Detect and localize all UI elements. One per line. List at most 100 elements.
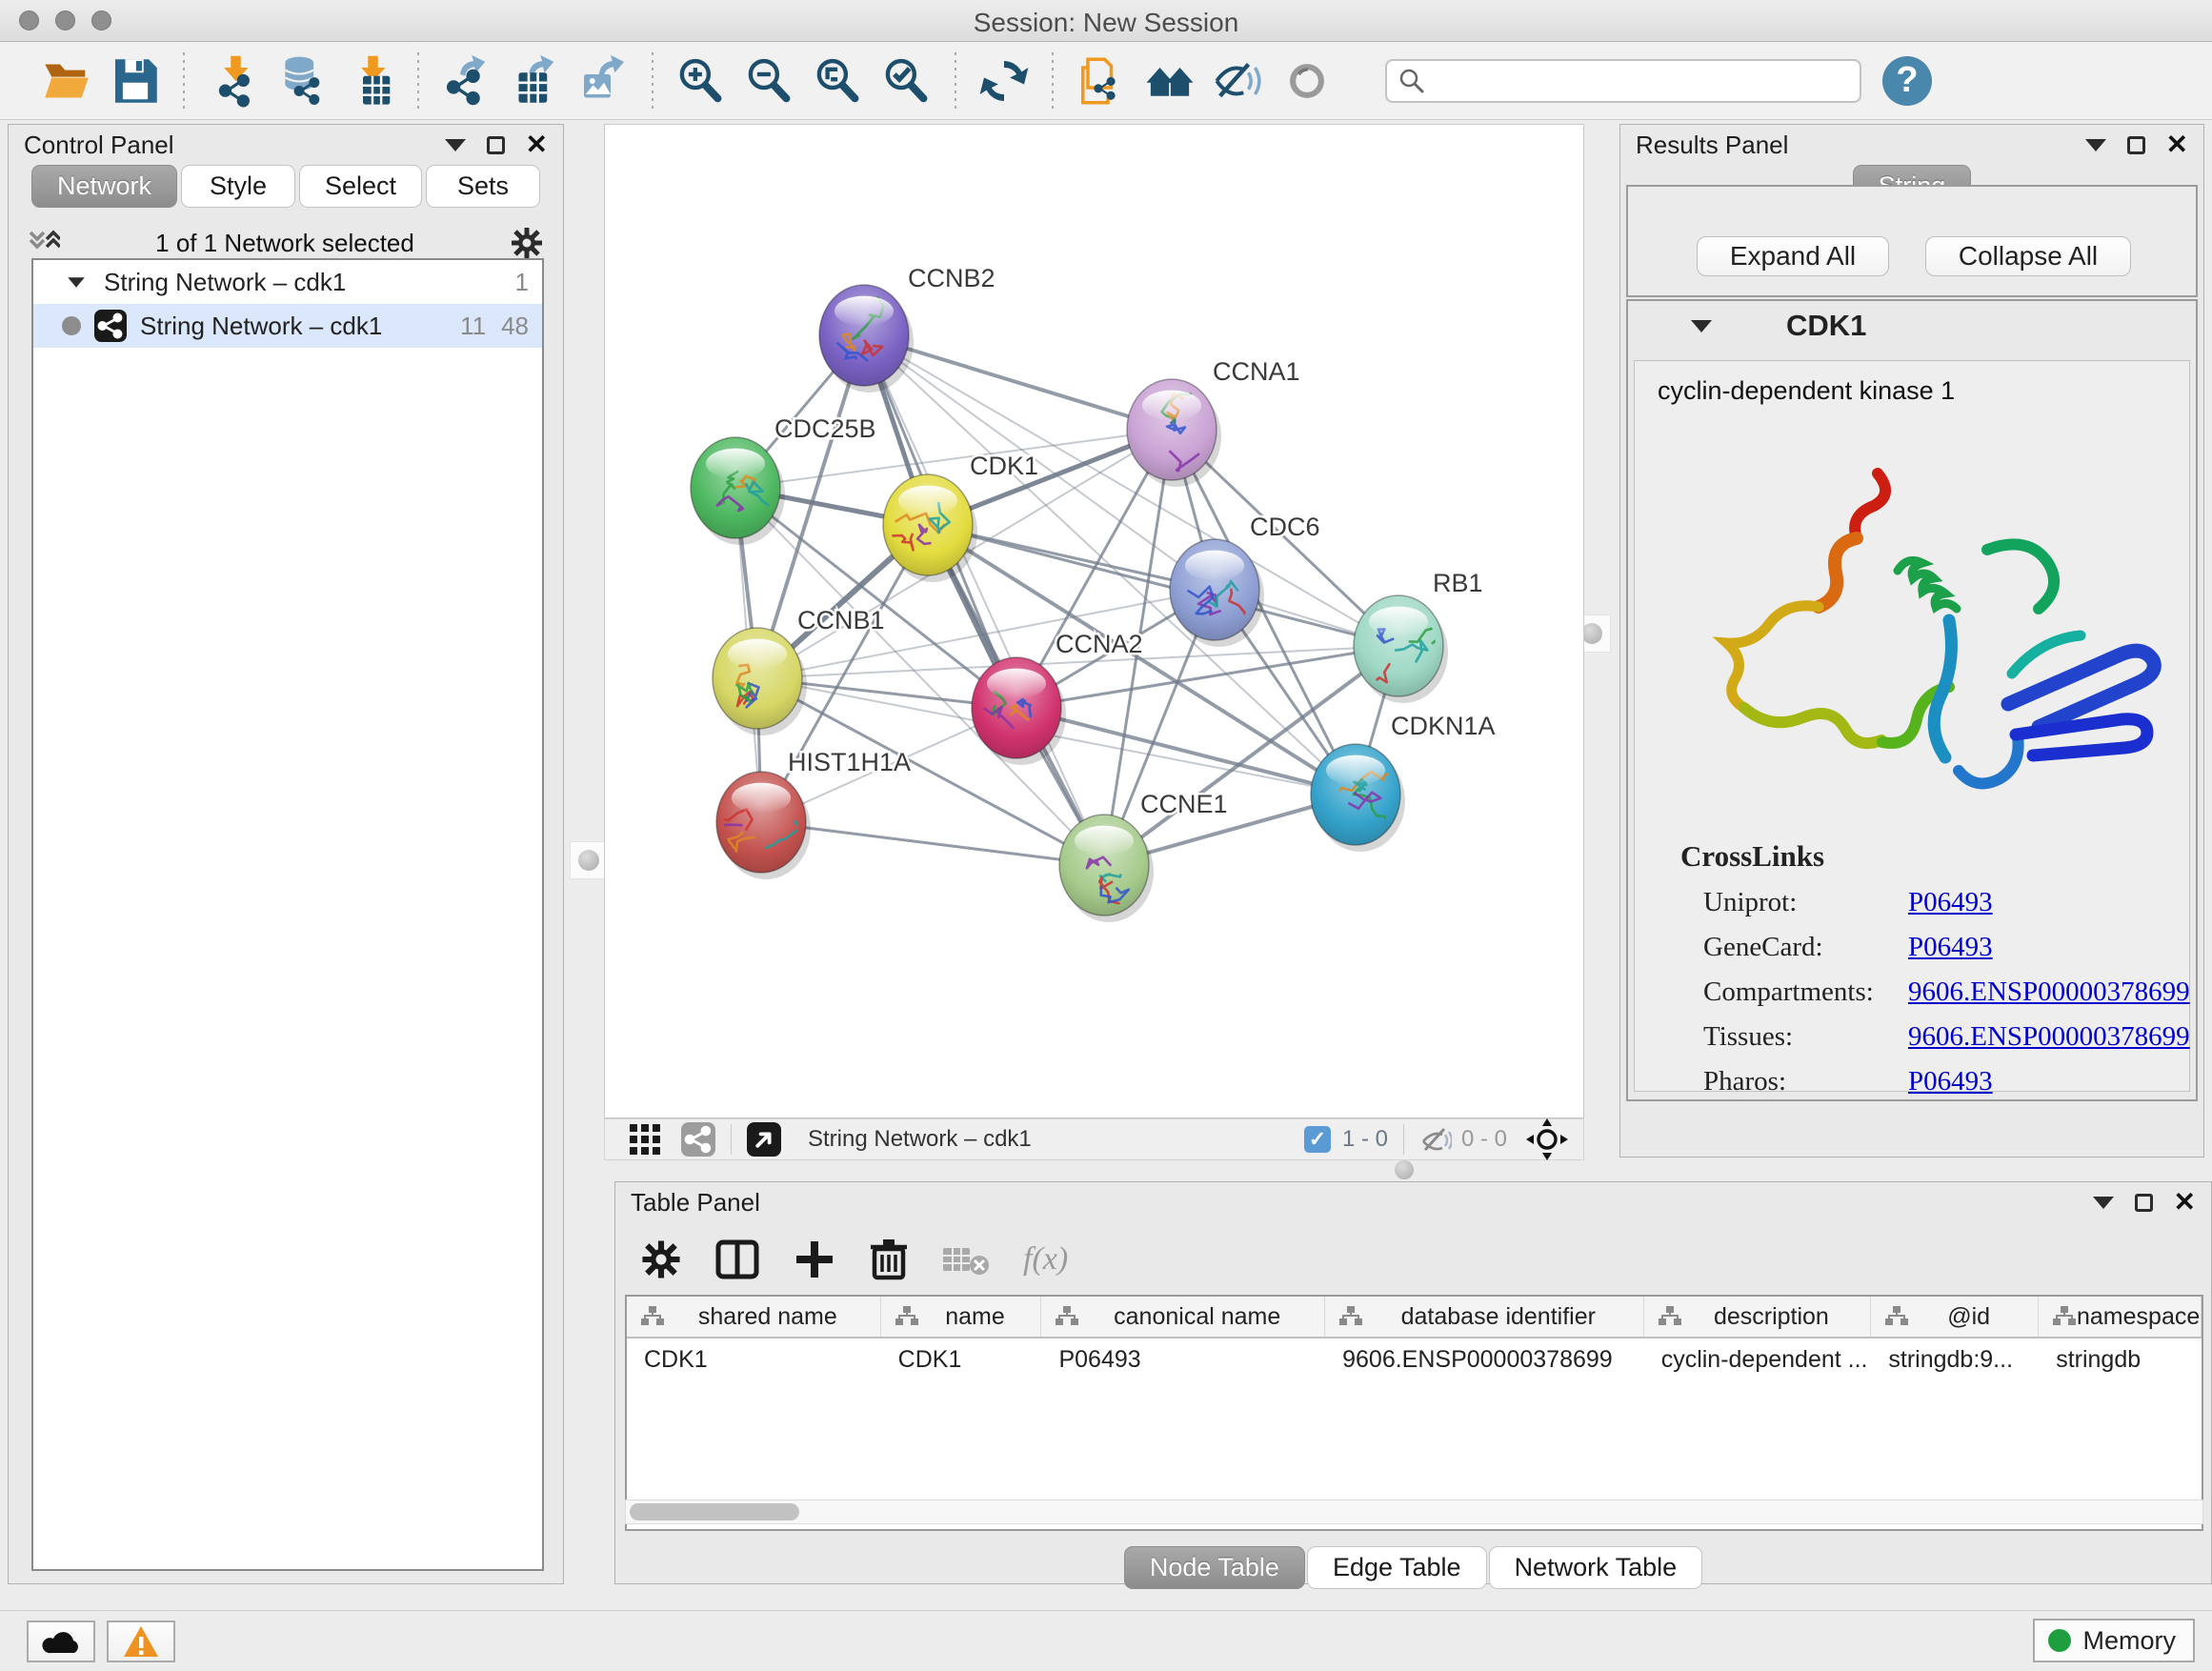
network-node-CDK1[interactable]: CDK1 [883, 452, 1038, 582]
network-node-CCNE1[interactable]: CCNE1 [1059, 790, 1228, 922]
export-network-button[interactable] [432, 50, 501, 111]
copy-document-button[interactable] [1067, 50, 1136, 111]
network-row[interactable]: String Network – cdk1 11 48 [33, 304, 542, 348]
string-home-button[interactable] [1136, 50, 1204, 111]
column-type-icon [1055, 1305, 1079, 1328]
section-expander-icon[interactable] [1691, 320, 1712, 332]
hide-unselected-button[interactable] [1204, 50, 1273, 111]
tab-select[interactable]: Select [299, 165, 422, 208]
zoom-in-button[interactable] [667, 50, 735, 111]
export-image-button[interactable] [570, 50, 638, 111]
panel-menu-icon[interactable] [445, 139, 466, 151]
column-type-icon [1658, 1305, 1682, 1328]
network-view-title: String Network – cdk1 [808, 1126, 1032, 1153]
zoom-fit-button[interactable] [804, 50, 873, 111]
refresh-button[interactable] [970, 50, 1038, 111]
crosslink-row: GeneCard: P06493 [1680, 932, 2190, 963]
crosslink-link[interactable]: P06493 [1908, 887, 1993, 918]
network-options-gear-icon[interactable] [510, 226, 544, 260]
search-input[interactable] [1425, 66, 1835, 95]
show-columns-icon[interactable] [714, 1237, 760, 1282]
column-header-sharedname[interactable]: shared name [627, 1297, 881, 1337]
network-node-CDC6[interactable]: CDC6 [1170, 513, 1320, 647]
crosslink-link[interactable]: P06493 [1908, 1066, 1993, 1097]
column-header-namespace[interactable]: namespace [2039, 1297, 2202, 1337]
tab-sets[interactable]: Sets [426, 165, 540, 208]
crosslink-link[interactable]: 9606.ENSP00000378699 [1908, 1021, 2190, 1053]
node-table[interactable]: shared name name canonical name database… [625, 1295, 2203, 1531]
column-header-name[interactable]: name [881, 1297, 1042, 1337]
network-icon [94, 310, 127, 342]
crosslink-link[interactable]: P06493 [1908, 932, 1993, 963]
cdk1-details: cyclin-dependent kinase 1 [1634, 360, 2190, 1092]
save-session-button[interactable] [101, 50, 170, 111]
open-view-icon[interactable] [747, 1122, 781, 1157]
scrollbar-thumb[interactable] [630, 1503, 799, 1520]
collection-expander-icon[interactable] [68, 277, 85, 287]
export-table-button[interactable] [501, 50, 570, 111]
zoom-out-button[interactable] [735, 50, 804, 111]
tab-style[interactable]: Style [181, 165, 295, 208]
column-header-id[interactable]: @id [1871, 1297, 2039, 1337]
network-node-RB1[interactable]: RB1 [1354, 569, 1483, 703]
import-table-button[interactable] [335, 50, 404, 111]
zoom-selected-button[interactable] [873, 50, 941, 111]
network-edge [761, 822, 1104, 865]
float-panel-icon[interactable] [2135, 1194, 2153, 1212]
warnings-button[interactable] [107, 1621, 175, 1662]
close-panel-icon[interactable]: ✕ [526, 131, 548, 158]
hidden-eye-slash-icon[interactable] [1419, 1125, 1452, 1154]
node-label: CCNA1 [1213, 357, 1300, 386]
float-panel-icon[interactable] [2127, 136, 2145, 154]
show-hidden-button[interactable] [1273, 50, 1341, 111]
delete-column-trash-icon[interactable] [869, 1238, 909, 1281]
column-header-databaseidentifier[interactable]: database identifier [1325, 1297, 1644, 1337]
network-node-CCNA2[interactable]: CCNA2 [972, 630, 1143, 765]
expand-all-button[interactable]: Expand All [1697, 236, 1889, 276]
network-node-CCNB2[interactable]: CCNB2 [819, 264, 995, 393]
search-box[interactable] [1385, 59, 1861, 103]
crosslink-label: Pharos: [1703, 1066, 1908, 1097]
tab-edge-table[interactable]: Edge Table [1307, 1546, 1487, 1589]
panel-menu-icon[interactable] [2085, 139, 2106, 151]
table-row[interactable]: CDK1CDK1P064939606.ENSP00000378699cyclin… [627, 1339, 2202, 1380]
tab-node-table[interactable]: Node Table [1124, 1546, 1305, 1589]
import-network-button[interactable] [198, 50, 267, 111]
control-panel-tabs: NetworkStyleSelectSets [9, 165, 563, 208]
table-options-gear-icon[interactable] [640, 1238, 682, 1280]
birdseye-network-icon[interactable] [681, 1122, 715, 1157]
open-folder-button[interactable] [32, 50, 101, 111]
horizontal-splitter-handle[interactable] [1384, 1160, 1424, 1179]
tab-network[interactable]: Network [31, 165, 177, 208]
network-canvas[interactable]: CCNB2 CCNA1 CDC25B CDK1 CDC6 RB1 CCNB1 [604, 124, 1584, 1118]
tab-network-table[interactable]: Network Table [1489, 1546, 1703, 1589]
network-node-CDKN1A[interactable]: CDKN1A [1311, 712, 1496, 852]
table-horizontal-scrollbar[interactable] [625, 1500, 2203, 1524]
grid-view-icon[interactable] [628, 1122, 662, 1157]
network-collection-row[interactable]: String Network – cdk1 1 [33, 260, 542, 304]
vertical-splitter-handle-left[interactable] [570, 841, 608, 879]
import-database-button[interactable] [267, 50, 335, 111]
collapse-all-button[interactable]: Collapse All [1925, 236, 2131, 276]
column-type-icon [1884, 1305, 1909, 1328]
help-icon[interactable]: ? [1882, 56, 1932, 106]
column-header-description[interactable]: description [1644, 1297, 1872, 1337]
network-node-HIST1H1A[interactable]: HIST1H1A [709, 748, 911, 879]
network-edge [864, 335, 1104, 865]
collapse-all-icon[interactable] [28, 229, 60, 257]
delete-table-icon[interactable] [941, 1242, 991, 1277]
panel-menu-icon[interactable] [2093, 1197, 2114, 1209]
close-panel-icon[interactable]: ✕ [2174, 1189, 2196, 1216]
fit-content-crosshair-icon[interactable] [1526, 1118, 1568, 1160]
cloud-status-button[interactable] [27, 1621, 95, 1662]
close-panel-icon[interactable]: ✕ [2166, 131, 2188, 158]
selected-nodes-checkbox-icon[interactable]: ✓ [1304, 1126, 1331, 1153]
create-column-plus-icon[interactable] [793, 1238, 836, 1281]
network-node-CCNB1[interactable]: CCNB1 [713, 606, 885, 735]
column-header-canonicalname[interactable]: canonical name [1041, 1297, 1325, 1337]
float-panel-icon[interactable] [487, 136, 505, 154]
memory-button[interactable]: Memory [2033, 1619, 2195, 1662]
network-graph[interactable]: CCNB2 CCNA1 CDC25B CDK1 CDC6 RB1 CCNB1 [605, 125, 1585, 1119]
crosslink-link[interactable]: 9606.ENSP00000378699 [1908, 976, 2190, 1008]
network-node-CCNA1[interactable]: CCNA1 [1127, 357, 1300, 487]
